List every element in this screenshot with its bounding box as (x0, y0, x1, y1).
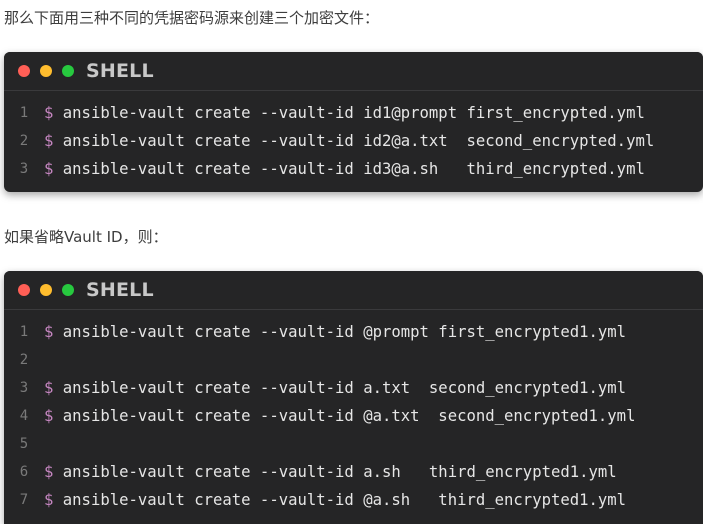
line-number: 5 (19, 436, 29, 452)
code-block-1: SHELL 1 $ ansible-vault create --vault-id… (4, 52, 703, 192)
middle-paragraph: 如果省略Vault ID，则： (4, 228, 168, 246)
line-number: 4 (19, 408, 29, 424)
code-language-label: SHELL (86, 279, 154, 301)
line-number: 6 (19, 464, 29, 480)
code-line: 1 $ ansible-vault create --vault-id id1@p… (4, 99, 645, 127)
code-line: 1 $ ansible-vault create --vault-id @prom… (4, 318, 626, 346)
shell-prompt: $ (44, 379, 54, 397)
code-line: 3 $ ansible-vault create --vault-id id3@a… (4, 155, 645, 183)
line-number: 1 (19, 105, 29, 121)
maximize-dot-icon (62, 65, 74, 77)
code-text: ansible-vault create --vault-id id3@a.sh… (53, 160, 645, 178)
minimize-dot-icon (40, 65, 52, 77)
code-text: ansible-vault create --vault-id a.sh thi… (53, 463, 617, 481)
code-line: 6 $ ansible-vault create --vault-id a.sh … (4, 458, 617, 486)
code-line: 7 $ ansible-vault create --vault-id @a.sh… (4, 486, 626, 514)
code-line: 3 $ ansible-vault create --vault-id a.txt… (4, 374, 626, 402)
code-text: ansible-vault create --vault-id a.txt se… (53, 379, 627, 397)
minimize-dot-icon (40, 284, 52, 296)
intro-paragraph: 那么下面用三种不同的凭据密码源来创建三个加密文件： (4, 9, 380, 27)
shell-prompt: $ (44, 104, 54, 122)
code-block-2: SHELL 1 $ ansible-vault create --vault-id… (4, 271, 703, 524)
line-number: 3 (19, 161, 29, 177)
close-dot-icon (18, 284, 30, 296)
code-line: 4 $ ansible-vault create --vault-id @a.tx… (4, 402, 636, 430)
code-line: 2 (4, 346, 44, 374)
shell-prompt: $ (44, 323, 54, 341)
line-number: 2 (19, 352, 29, 368)
line-number: 3 (19, 380, 29, 396)
code-line: 2 $ ansible-vault create --vault-id id2@a… (4, 127, 654, 155)
close-dot-icon (18, 65, 30, 77)
line-number: 2 (19, 133, 29, 149)
line-number: 7 (19, 492, 29, 508)
code-text: ansible-vault create --vault-id @a.txt s… (53, 407, 636, 425)
code-text: ansible-vault create --vault-id @a.sh th… (53, 491, 627, 509)
code-block-header: SHELL (4, 52, 703, 91)
code-text: ansible-vault create --vault-id @prompt … (53, 323, 627, 341)
maximize-dot-icon (62, 284, 74, 296)
shell-prompt: $ (44, 491, 54, 509)
shell-prompt: $ (44, 407, 54, 425)
shell-prompt: $ (44, 160, 54, 178)
shell-prompt: $ (44, 132, 54, 150)
code-text: ansible-vault create --vault-id id1@prom… (53, 104, 645, 122)
shell-prompt: $ (44, 463, 54, 481)
code-line: 5 (4, 430, 44, 458)
line-number: 1 (19, 324, 29, 340)
code-text: ansible-vault create --vault-id id2@a.tx… (53, 132, 655, 150)
code-block-header: SHELL (4, 271, 703, 310)
code-language-label: SHELL (86, 60, 154, 82)
